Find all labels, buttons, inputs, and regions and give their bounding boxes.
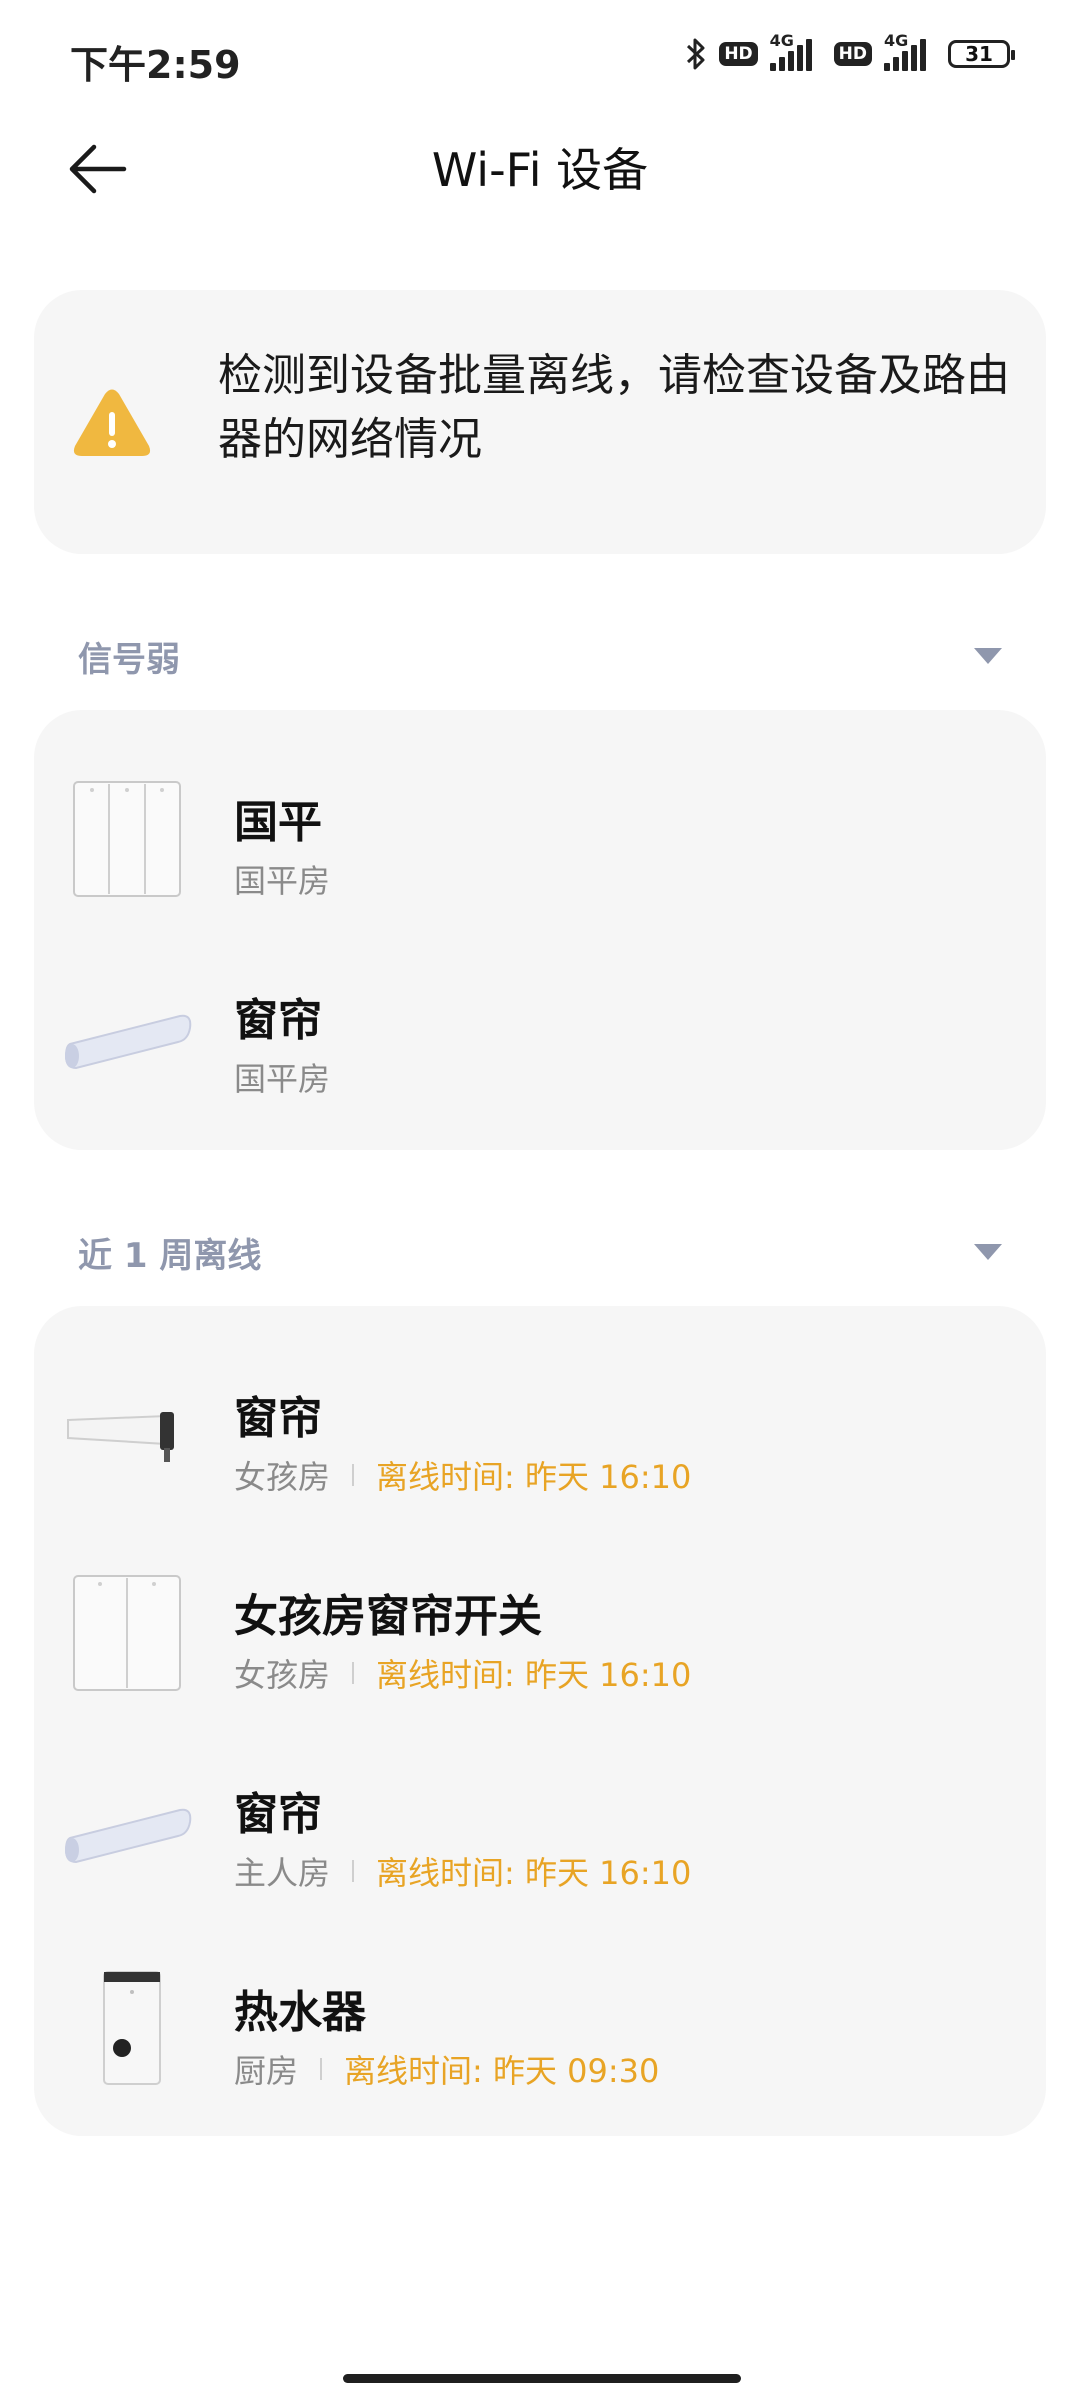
offline-time: 离线时间: 昨天 09:30	[344, 2052, 660, 2090]
divider	[352, 1860, 355, 1882]
alert-message: 检测到设备批量离线，请检查设备及路由器的网络情况	[218, 350, 1010, 465]
device-status: 厨房 离线时间: 昨天 09:30	[234, 2046, 659, 2092]
double-switch-icon	[73, 1575, 181, 1691]
divider	[352, 1464, 355, 1486]
device-room: 国平房	[234, 1060, 331, 1098]
divider	[320, 2058, 323, 2080]
device-room: 国平房	[234, 862, 331, 900]
device-name: 国平	[234, 797, 322, 848]
device-row[interactable]: 窗帘 女孩房 离线时间: 昨天 16:10	[34, 1356, 1046, 1516]
home-indicator[interactable]	[343, 2374, 741, 2383]
divider	[352, 1662, 355, 1684]
battery-icon: 31	[948, 40, 1015, 68]
hd-badge: HD	[719, 42, 758, 66]
page-title: Wi-Fi 设备	[431, 143, 649, 197]
offline-time: 离线时间: 昨天 16:10	[376, 1656, 692, 1694]
device-room: 厨房	[234, 2052, 299, 2090]
curtain-motor-icon	[64, 1808, 192, 1864]
offline-card: 窗帘 女孩房 离线时间: 昨天 16:10 女孩房窗帘开关 女孩房 离线时间: …	[34, 1306, 1046, 2136]
device-row[interactable]: 国平 国平房	[34, 760, 1046, 920]
section-title-offline-week: 近 1 周离线	[78, 1236, 262, 1276]
device-name: 窗帘	[234, 1789, 322, 1840]
warning-icon	[73, 389, 151, 456]
device-row[interactable]: 窗帘 国平房	[34, 958, 1046, 1118]
status-bar: 下午2:59 HD 4G HD 4G 31	[0, 0, 1080, 120]
device-name: 窗帘	[234, 1393, 322, 1444]
section-title-weak-signal: 信号弱	[78, 640, 180, 680]
device-name: 窗帘	[234, 995, 322, 1046]
cell-signal-icon: 4G	[884, 31, 936, 71]
offline-alert-card: 检测到设备批量离线，请检查设备及路由器的网络情况	[34, 290, 1046, 554]
offline-time: 离线时间: 昨天 16:10	[376, 1458, 692, 1496]
curtain-motor-icon	[64, 1014, 192, 1070]
device-row[interactable]: 热水器 厨房 离线时间: 昨天 09:30	[34, 1950, 1046, 2110]
device-row[interactable]: 窗帘 主人房 离线时间: 昨天 16:10	[34, 1752, 1046, 1912]
device-room: 女孩房	[234, 1656, 331, 1694]
device-status: 女孩房 离线时间: 昨天 16:10	[234, 1650, 691, 1696]
device-name: 热水器	[234, 1987, 366, 2038]
curtain-rail-icon	[67, 1412, 174, 1462]
status-time: 下午2:59	[70, 43, 241, 87]
caret-down-icon[interactable]	[974, 1244, 1002, 1260]
triple-switch-icon	[73, 781, 181, 897]
cell-signal-icon: 4G	[769, 31, 822, 71]
bluetooth-icon	[687, 38, 705, 70]
weak-signal-card: 国平 国平房 窗帘 国平房	[34, 710, 1046, 1150]
device-room: 女孩房	[234, 1458, 331, 1496]
device-status: 主人房 离线时间: 昨天 16:10	[234, 1848, 691, 1894]
device-row[interactable]: 女孩房窗帘开关 女孩房 离线时间: 昨天 16:10	[34, 1554, 1046, 1714]
offline-time: 离线时间: 昨天 16:10	[376, 1854, 692, 1892]
app-header: Wi-Fi 设备	[0, 120, 1080, 210]
water-heater-icon	[103, 1971, 161, 2085]
status-icons: HD 4G HD 4G 31	[685, 31, 1015, 72]
device-name: 女孩房窗帘开关	[234, 1591, 542, 1642]
device-room: 主人房	[234, 1854, 331, 1892]
hd-badge: HD	[833, 42, 872, 66]
caret-down-icon[interactable]	[974, 648, 1002, 664]
device-status: 女孩房 离线时间: 昨天 16:10	[234, 1452, 691, 1498]
